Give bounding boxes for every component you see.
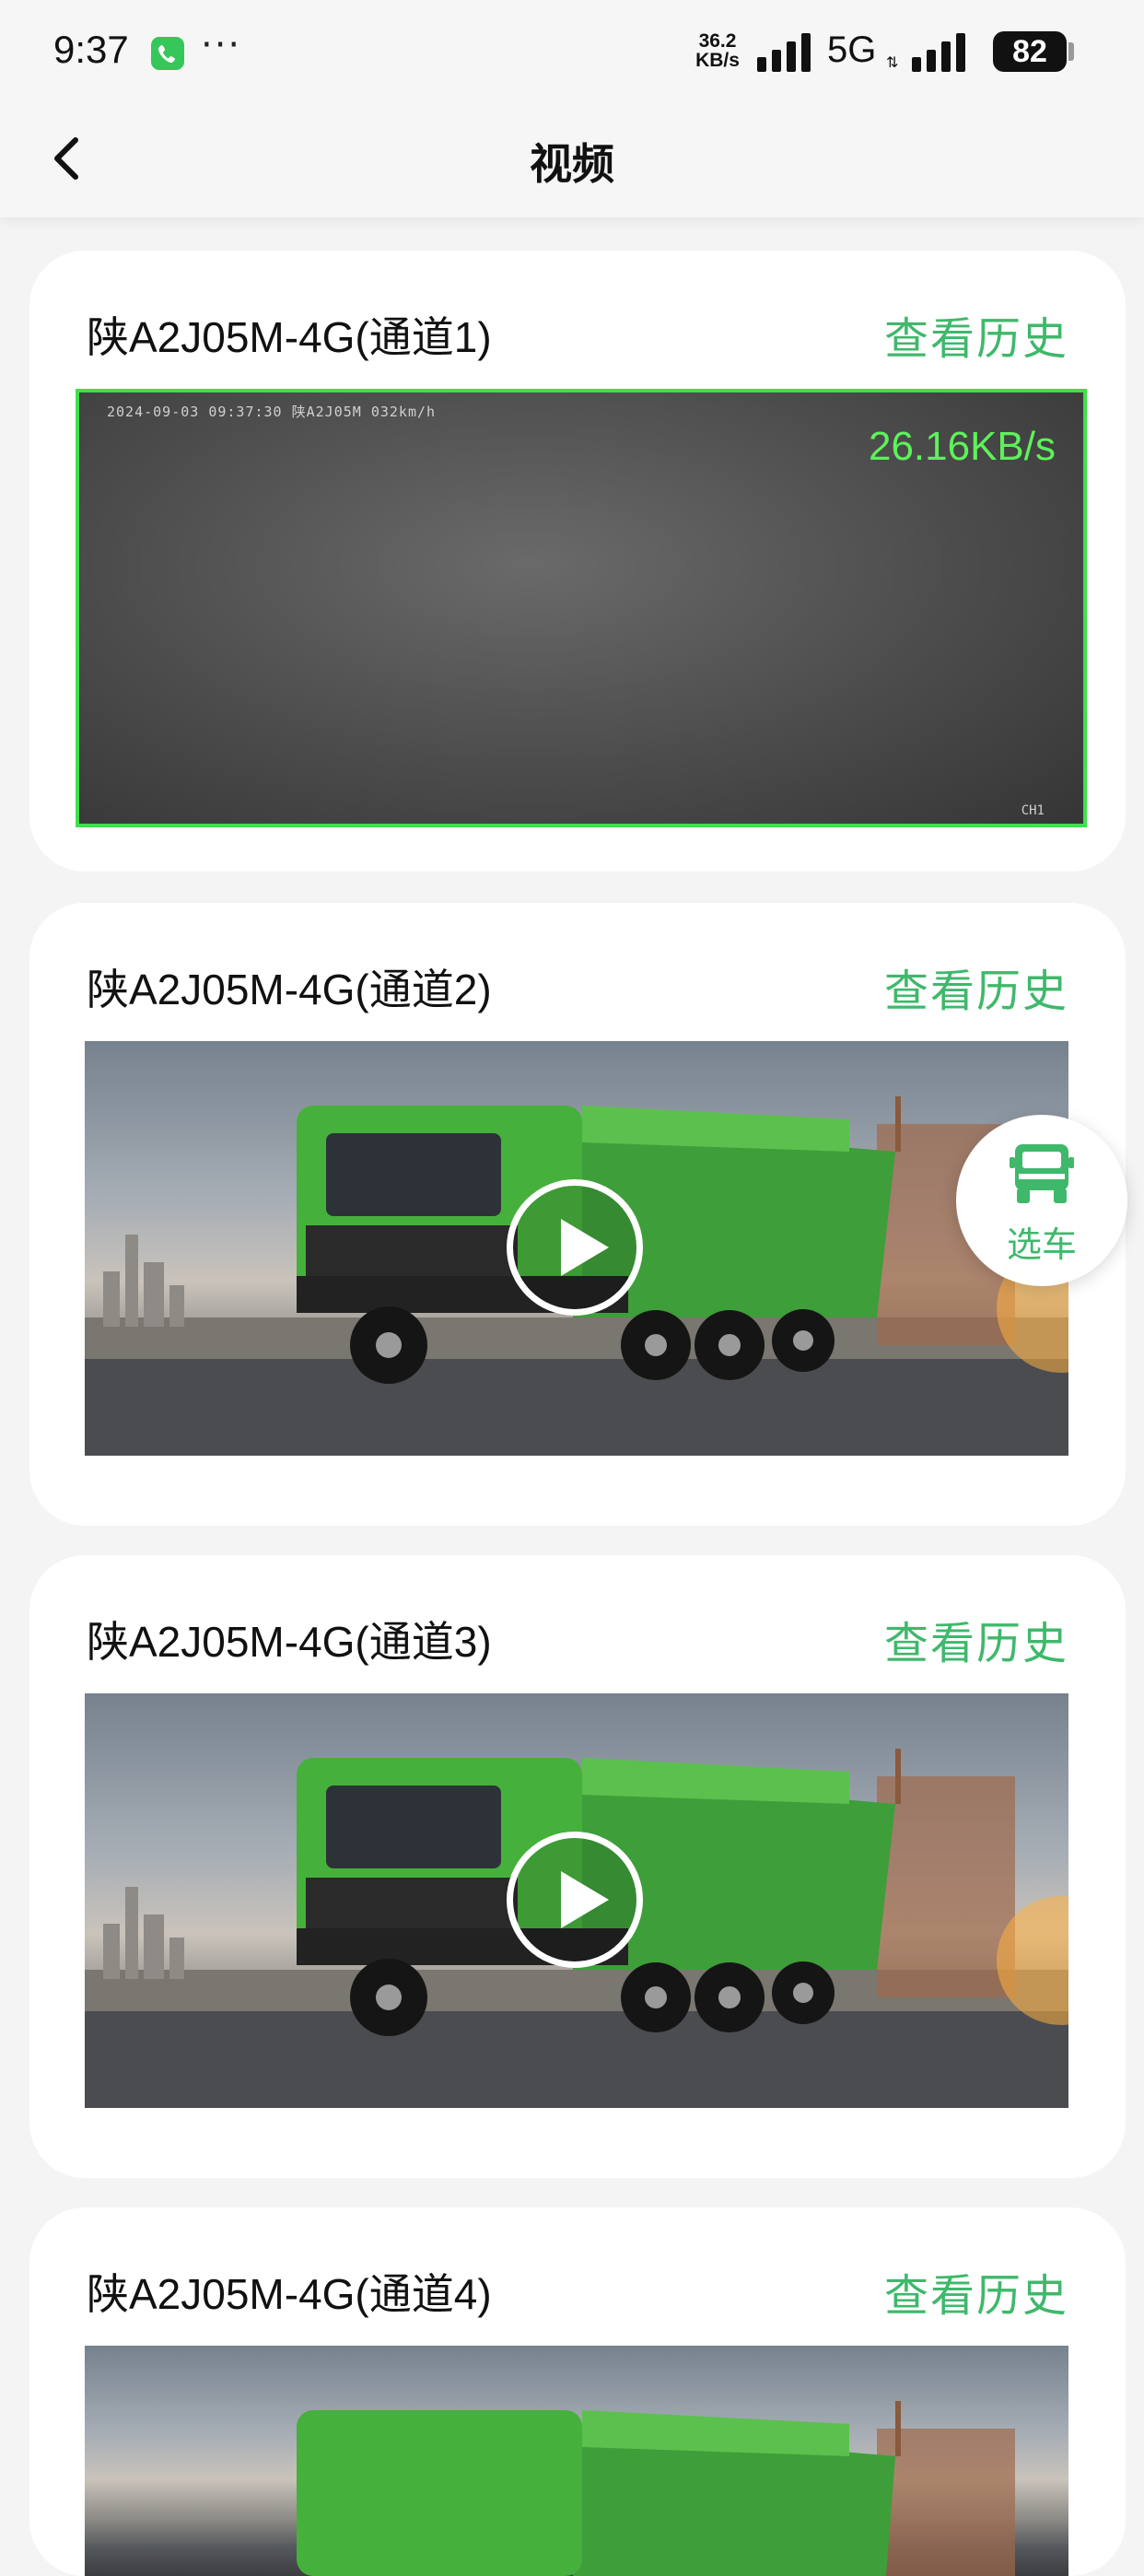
video-card-channel-1: 陕A2J05M-4G(通道1) 查看历史 2024-09-03 09:37:30… — [29, 251, 1126, 872]
battery-tip — [1068, 42, 1074, 61]
channel-title: 陕A2J05M-4G(通道4) — [87, 2270, 492, 2318]
view-history-link[interactable]: 查看历史 — [884, 954, 1068, 1019]
more-notifications-icon: ··· — [201, 24, 242, 66]
data-activity-icon: ⇅ — [886, 53, 899, 71]
channel-title: 陕A2J05M-4G(通道3) — [87, 1618, 492, 1666]
view-history-link[interactable]: 查看历史 — [884, 1607, 1068, 1671]
status-time: 9:37 — [53, 28, 129, 71]
signal-strength-icon-2 — [912, 31, 976, 72]
battery-level: 82 — [1012, 34, 1047, 69]
play-icon[interactable] — [507, 1179, 643, 1316]
phone-call-icon — [151, 37, 184, 70]
live-video-player[interactable]: 2024-09-03 09:37:30 陕A2J05M 032km/h 26.1… — [76, 389, 1087, 827]
play-icon[interactable] — [507, 1832, 643, 1968]
channel-title: 陕A2J05M-4G(通道1) — [87, 313, 492, 361]
network-speed-value: 36.2 — [698, 30, 737, 52]
bitrate-indicator: 26.16KB/s — [868, 424, 1056, 469]
page-title: 视频 — [530, 139, 614, 189]
truck-icon — [1010, 1144, 1074, 1203]
channel-watermark: CH1 — [1021, 803, 1045, 818]
video-card-channel-4: 陕A2J05M-4G(通道4) 查看历史 — [29, 2207, 1126, 2576]
view-history-link[interactable]: 查看历史 — [884, 2259, 1068, 2324]
video-thumbnail[interactable] — [85, 2346, 1068, 2576]
truck-illustration — [297, 2401, 1015, 2576]
battery-icon: 82 — [993, 31, 1067, 72]
select-car-label: 选车 — [1006, 1224, 1077, 1265]
view-history-link[interactable]: 查看历史 — [884, 302, 1068, 367]
network-speed-unit: KB/s — [695, 50, 740, 71]
select-car-button[interactable]: 选车 — [956, 1115, 1127, 1286]
video-thumbnail[interactable] — [85, 1693, 1068, 2108]
status-bar: 9:37 ··· 36.2 KB/s 5G ⇅ 82 — [0, 0, 1144, 100]
channel-title: 陕A2J05M-4G(通道2) — [87, 966, 492, 1013]
network-type: 5G — [827, 29, 877, 70]
network-speed: 36.2 KB/s — [691, 31, 744, 70]
video-thumbnail[interactable] — [85, 1041, 1068, 1456]
nav-header: 视频 — [0, 100, 1144, 217]
video-card-channel-3: 陕A2J05M-4G(通道3) 查看历史 — [29, 1555, 1126, 2178]
video-osd-overlay: 2024-09-03 09:37:30 陕A2J05M 032km/h — [107, 404, 437, 420]
signal-strength-icon — [757, 31, 822, 72]
